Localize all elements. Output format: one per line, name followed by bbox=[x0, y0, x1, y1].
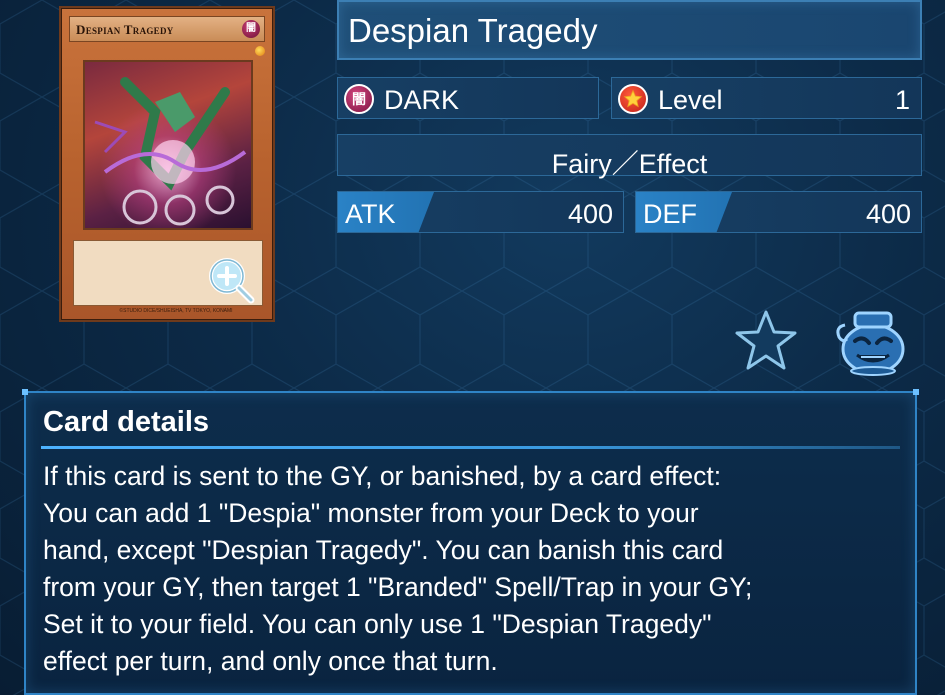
card-name-bar: Despian Tragedy bbox=[337, 0, 922, 60]
card-thumbnail-name-box: Despian Tragedy 闇 bbox=[69, 16, 265, 42]
zoom-in-icon[interactable] bbox=[205, 255, 257, 307]
def-label: DEF bbox=[643, 199, 697, 229]
def-box: DEF 400 bbox=[635, 191, 922, 233]
card-details-panel: Card details If this card is sent to the… bbox=[22, 389, 919, 695]
card-artwork bbox=[83, 60, 253, 230]
attribute-label: DARK bbox=[384, 85, 460, 115]
card-effect-text: If this card is sent to the GY, or banis… bbox=[43, 461, 753, 676]
pot-of-greed-icon[interactable] bbox=[833, 305, 909, 377]
level-label: Level bbox=[658, 85, 723, 115]
card-copyright: ©STUDIO DICE/SHUEISHA, TV TOKYO, KONAMI bbox=[119, 308, 233, 314]
level-value: 1 bbox=[894, 85, 910, 115]
details-divider bbox=[41, 446, 900, 449]
card-attribute-icon: 闇 bbox=[242, 20, 260, 38]
card-level-star-icon bbox=[255, 46, 265, 56]
monster-type-label: Fairy／Effect bbox=[551, 149, 708, 179]
level-box: Level 1 bbox=[611, 77, 922, 119]
def-value: 400 bbox=[865, 199, 911, 229]
details-title: Card details bbox=[43, 406, 209, 438]
atk-box: ATK 400 bbox=[337, 191, 624, 233]
star-outline-icon[interactable] bbox=[733, 308, 799, 374]
atk-label: ATK bbox=[345, 199, 396, 229]
card-name: Despian Tragedy bbox=[348, 12, 598, 49]
monster-type-box: Fairy／Effect bbox=[337, 134, 922, 179]
card-thumbnail-name: Despian Tragedy bbox=[76, 22, 174, 37]
level-star-icon bbox=[618, 84, 648, 114]
dark-attribute-icon: 闇 bbox=[344, 84, 374, 114]
atk-value: 400 bbox=[567, 199, 613, 229]
panel-corner bbox=[22, 389, 28, 395]
panel-corner bbox=[913, 389, 919, 395]
attribute-box: 闇 DARK bbox=[337, 77, 599, 119]
